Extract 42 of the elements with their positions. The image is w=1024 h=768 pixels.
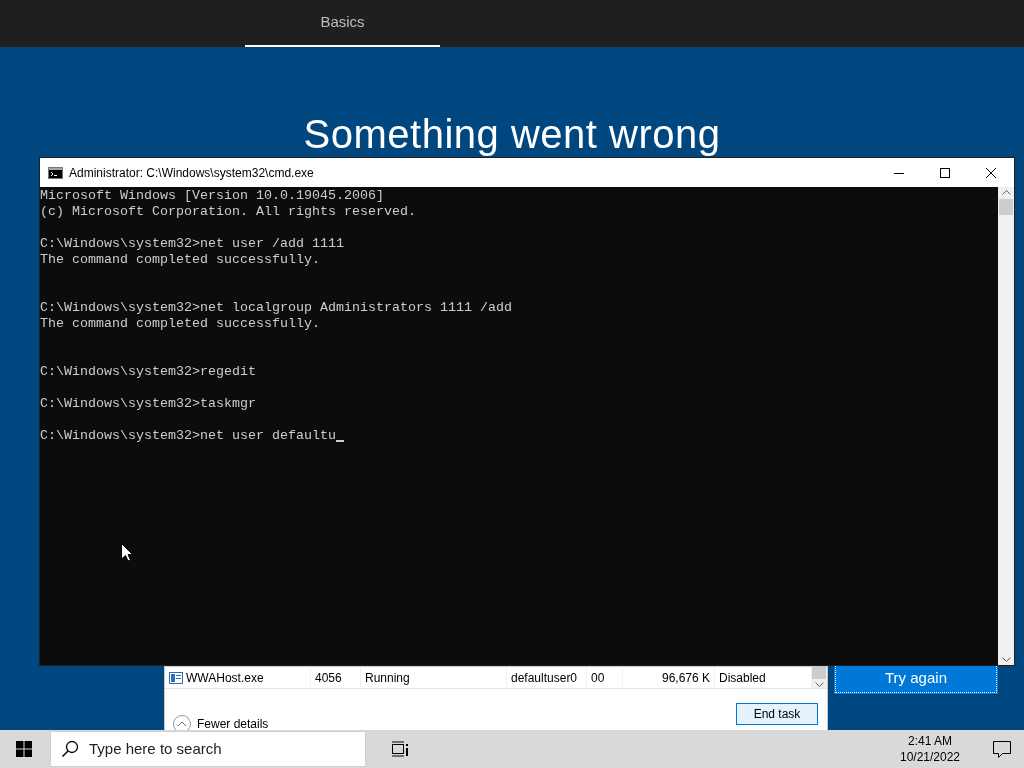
console-line: C:\Windows\system32>net user defaultu <box>40 428 336 444</box>
table-cell-text: defaultuser0 <box>511 669 578 687</box>
table-cell-text: 00 <box>591 669 605 687</box>
maximize-icon[interactable] <box>940 167 950 178</box>
table-cell-text: WWAHost.exe <box>186 669 264 687</box>
console-line: C:\Windows\system32>regedit <box>40 364 256 380</box>
end-task-button[interactable]: End task <box>736 703 818 725</box>
table-cell-text: Running <box>365 669 410 687</box>
scrollbar[interactable] <box>811 667 827 688</box>
clock[interactable]: 2:41 AM 10/21/2022 <box>890 733 970 765</box>
scroll-thumb[interactable] <box>999 199 1013 215</box>
date-text: 10/21/2022 <box>899 749 961 765</box>
console-icon <box>48 166 63 179</box>
console-line: (c) Microsoft Corporation. All rights reserved. <box>40 204 416 220</box>
scroll-down-icon[interactable] <box>814 682 824 688</box>
console-line: C:\Windows\system32>net user /add 1111 <box>40 236 344 252</box>
time-text: 2:41 AM <box>908 733 952 749</box>
speech-bubble-icon[interactable] <box>993 740 1011 758</box>
table-row[interactable]: WWAHost.exe 4056 Running defaultuser0 00 96,676 K Disabled <box>165 667 811 688</box>
table-cell-text: Disabled <box>719 669 766 687</box>
scrollbar[interactable] <box>998 187 1014 665</box>
console-line: C:\Windows\system32>taskmgr <box>40 396 256 412</box>
console-line: Microsoft Windows [Version 10.0.19045.2006] <box>40 188 384 204</box>
task-view-icon[interactable] <box>391 741 409 757</box>
console-line: C:\Windows\system32>net localgroup Administrators 1111 /add <box>40 300 512 316</box>
windows-icon[interactable] <box>16 741 32 757</box>
table-cell-text: 96,676 K <box>661 669 710 687</box>
window-icon <box>169 671 183 684</box>
mouse-pointer-icon <box>121 543 133 562</box>
error-heading: Something went wrong <box>303 111 721 157</box>
console-line: The command completed successfully. <box>40 252 320 268</box>
search-icon <box>61 740 79 758</box>
chevron-up-circle-icon[interactable] <box>173 715 191 733</box>
search-field[interactable]: Type here to search <box>50 731 366 767</box>
table-cell-text: 4056 <box>315 669 342 687</box>
scroll-down-icon[interactable] <box>1001 657 1011 663</box>
fewer-details-link[interactable]: Fewer details <box>197 715 269 733</box>
close-icon[interactable] <box>986 167 996 178</box>
search-input[interactable]: Type here to search <box>89 737 365 761</box>
console-line: The command completed successfully. <box>40 316 320 332</box>
scroll-up-icon[interactable] <box>1001 189 1011 195</box>
window-title: Administrator: C:\Windows\system32\cmd.exe <box>69 164 314 182</box>
